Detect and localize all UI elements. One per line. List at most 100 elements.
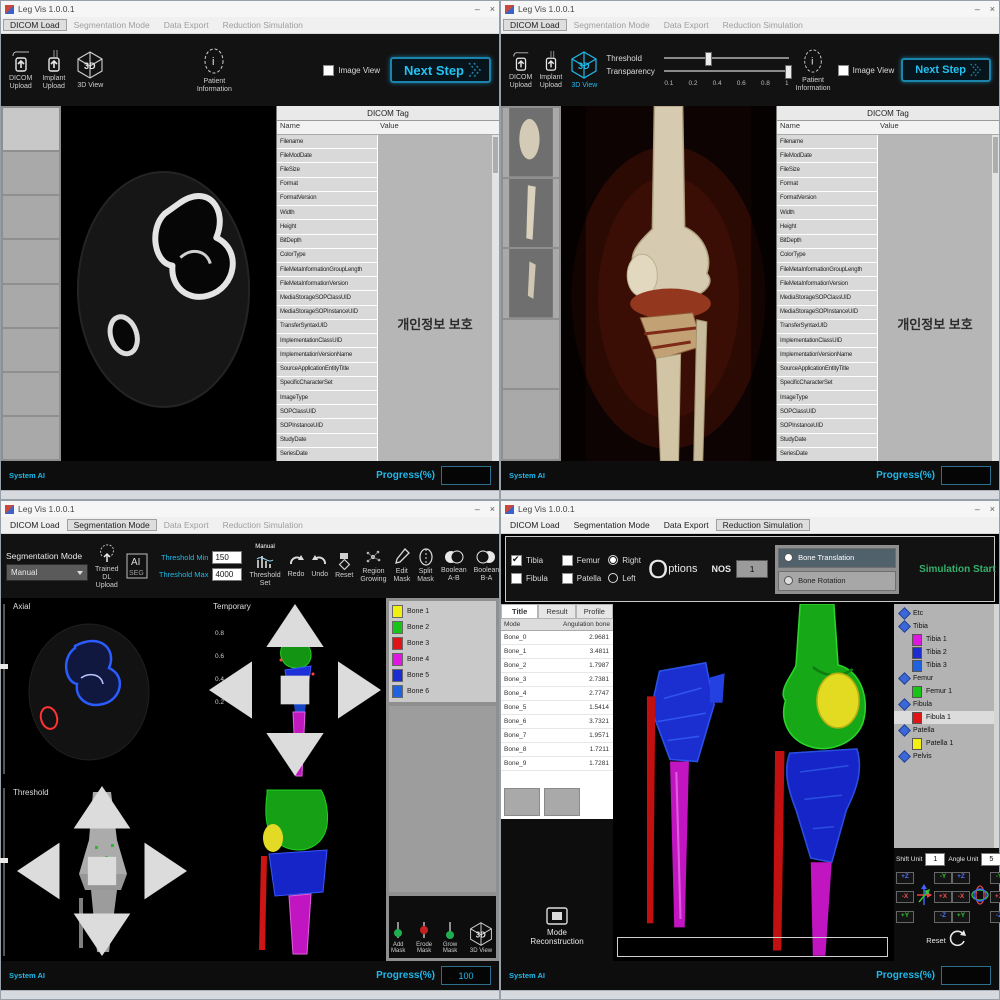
legend-item[interactable]: Bone 6 [392,685,493,698]
table-row[interactable]: Bone_9 1.7281 [501,757,613,771]
table-row[interactable]: Bone_5 1.5414 [501,701,613,715]
thumbnail-cell[interactable] [3,373,59,415]
table-row[interactable]: Bone_0 2.9681 [501,631,613,645]
minimize-icon[interactable]: – [975,5,980,14]
angle-unit-input[interactable] [981,853,1000,866]
image-view-checkbox[interactable]: Image View [323,65,380,76]
translate-axis-button[interactable]: +Y [896,911,914,923]
slice-slider[interactable] [3,788,5,956]
tag-name[interactable]: FileModDate [277,149,377,162]
nos-input[interactable] [736,560,768,578]
side-radio[interactable]: Left [608,573,641,583]
patient-information-button[interactable]: i Patient Information [197,46,232,94]
tree-node[interactable]: Fibula 1 [894,711,999,724]
legend-item[interactable]: Bone 4 [392,653,493,666]
thumbnail-cell[interactable] [3,152,59,194]
thumbnail-cell[interactable] [3,329,59,371]
image-view-checkbox[interactable]: Image View [838,65,895,76]
tag-name[interactable]: Format [777,178,877,191]
add-mask-button[interactable]: Add Mask [391,921,405,955]
tag-name[interactable]: SOPInstanceUID [277,419,377,432]
series-thumbnail-list[interactable] [501,106,561,461]
tag-name[interactable]: Height [777,220,877,233]
menu-item[interactable]: Reduction Simulation [216,19,310,31]
tag-name[interactable]: ImplementationClassUID [277,334,377,347]
table-row[interactable]: Bone_6 3.7321 [501,715,613,729]
table-row[interactable]: Bone_1 3.4811 [501,645,613,659]
tag-name[interactable]: SourceApplicationEntityTitle [777,363,877,376]
tag-name[interactable]: FileMetaInformationVersion [777,277,877,290]
rotate-axis-button[interactable]: +Y [952,911,970,923]
tree-node[interactable]: Tibia [894,620,999,633]
tag-name[interactable]: FileMetaInformationGroupLength [277,263,377,276]
mode-reconstruction-button[interactable]: Mode Reconstruction [524,906,589,947]
thumbnail-cell[interactable] [503,249,559,318]
scrollbar[interactable] [492,135,499,461]
tree-node[interactable]: Patella 1 [894,737,999,750]
tag-name[interactable]: ImageType [777,391,877,404]
tag-name[interactable]: SeriesDate [777,448,877,461]
menu-item[interactable]: DICOM Load [503,19,567,31]
thumbnail-cell[interactable] [503,108,559,177]
thumbnail-cell[interactable] [503,320,559,389]
table-row[interactable]: Bone_7 1.9571 [501,729,613,743]
result-tab[interactable]: Profile [576,604,613,619]
tag-name[interactable]: SOPClassUID [777,405,877,418]
bone-checkbox[interactable]: Fibula [511,573,548,584]
3d-view-button[interactable]: 3D 3D View [468,921,494,955]
tree-node[interactable]: Fibula [894,698,999,711]
minimize-icon[interactable]: – [475,505,480,514]
minimize-icon[interactable]: – [975,505,980,514]
tag-name[interactable]: TransferSyntaxUID [277,320,377,333]
tag-name[interactable]: FormatVersion [277,192,377,205]
tag-name[interactable]: MediaStorageSOPInstanceUID [777,306,877,319]
boolean-b-minus-a-button[interactable]: Boolean B-A [474,549,500,583]
titlebar[interactable]: Leg Vis 1.0.0.1 – × [1,501,499,517]
simulation-3d-view[interactable] [613,604,894,961]
tag-name[interactable]: FileModDate [777,149,877,162]
erode-mask-button[interactable]: Erode Mask [416,921,432,955]
transparency-slider[interactable] [664,70,788,72]
region-growing-button[interactable]: Region Growing [360,548,386,584]
translate-axis-button[interactable]: -X [896,891,914,903]
tag-name[interactable]: Width [777,206,877,219]
bone-checkbox[interactable]: Patella [562,573,601,584]
series-thumbnail-list[interactable] [1,106,61,461]
rotate-axis-button[interactable]: +X [990,891,1000,903]
bone-translation-button[interactable]: Bone Translation [778,548,896,568]
simulation-start-button[interactable]: Simulation Start [913,563,1000,576]
menu-item[interactable]: Data Export [657,519,716,531]
close-icon[interactable]: × [490,505,495,514]
side-radio[interactable]: Right [608,555,641,565]
table-row[interactable]: Bone_3 2.7381 [501,673,613,687]
tag-name[interactable]: FileSize [277,163,377,176]
tag-name[interactable]: FileMetaInformationVersion [277,277,377,290]
menu-item[interactable]: Data Export [157,19,216,31]
tag-name[interactable]: MediaStorageSOPClassUID [277,291,377,304]
menu-item[interactable]: Segmentation Mode [67,519,157,531]
tag-name[interactable]: BitDepth [777,235,877,248]
translate-axis-button[interactable]: +X [934,891,952,903]
implant-upload-button[interactable]: Implant Upload [42,49,65,91]
menu-item[interactable]: Segmentation Mode [567,19,657,31]
axial-ct-view[interactable] [61,106,276,461]
menu-item[interactable]: DICOM Load [3,19,67,31]
thumbnail-cell[interactable] [503,390,559,459]
translate-axis-button[interactable]: -Z [934,911,952,923]
titlebar[interactable]: Leg Vis 1.0.0.1 – × [501,501,999,517]
tag-name[interactable]: SOPClassUID [277,405,377,418]
implant-upload-button[interactable]: Implant Upload [539,50,562,90]
menu-item[interactable]: Data Export [657,19,716,31]
boolean-a-minus-b-button[interactable]: Boolean A-B [441,549,467,583]
legend-item[interactable]: Bone 3 [392,637,493,650]
menu-item[interactable]: DICOM Load [3,519,67,531]
tag-name[interactable]: Height [277,220,377,233]
volume-render-view[interactable] [561,106,776,461]
thumbnail-cell[interactable] [3,285,59,327]
tag-name[interactable]: ImplementationVersionName [777,348,877,361]
tag-name[interactable]: ColorType [777,249,877,262]
thumbnail-cell[interactable] [3,417,59,459]
menu-item[interactable]: Reduction Simulation [716,19,810,31]
scrollbar[interactable] [994,604,999,848]
redo-button[interactable]: Redo [288,553,305,579]
